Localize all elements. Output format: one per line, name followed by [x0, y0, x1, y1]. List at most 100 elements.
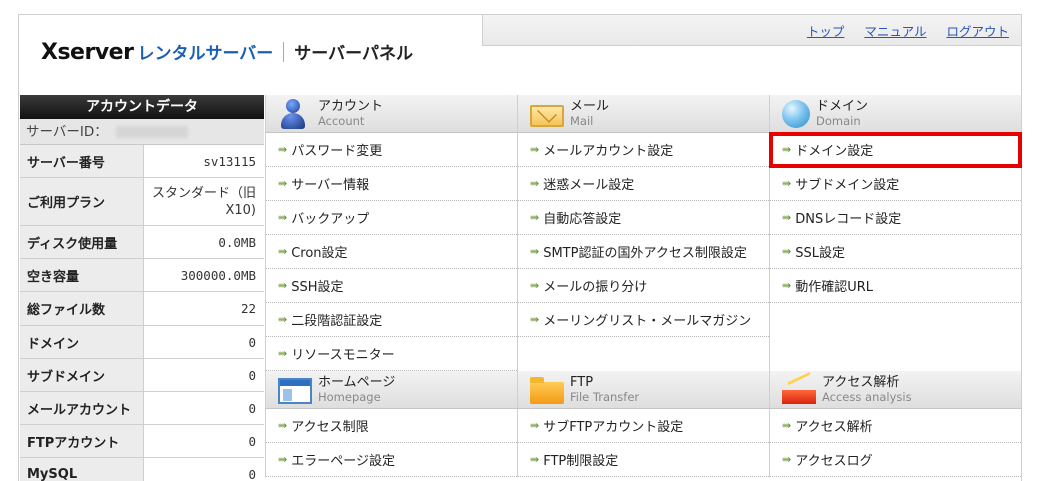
menu-access-restriction[interactable]: ⇛ アクセス制限: [266, 409, 517, 443]
menu-label: サブFTPアカウント設定: [543, 420, 684, 435]
account-data-panel: アカウントデータ サーバーID： サーバー番号 sv13115 ご利用プラン ス…: [20, 95, 264, 481]
section-homepage: ホームページ Homepage: [265, 371, 517, 409]
section-title: FTP: [570, 374, 594, 390]
menu-backup[interactable]: ⇛ バックアップ: [266, 201, 517, 235]
logo-divider: [283, 42, 285, 62]
menu-password-change[interactable]: ⇛ パスワード変更: [266, 133, 517, 167]
server-id-redacted: [115, 125, 188, 138]
menu-label: 動作確認URL: [795, 280, 874, 295]
arrow-icon: ⇛: [278, 347, 288, 360]
arrow-icon: ⇛: [782, 453, 792, 466]
analysis-menu-column: ⇛ アクセス解析 ⇛ アクセスログ: [769, 409, 1021, 477]
menu-label: サブドメイン設定: [795, 178, 900, 193]
arrow-icon: ⇛: [782, 245, 792, 258]
menu-rows-top: ⇛ パスワード変更 ⇛ サーバー情報 ⇛ バックアップ ⇛ Cron設定 ⇛ SSH設定 …: [265, 132, 1022, 371]
arrow-icon: ⇛: [530, 453, 540, 466]
row-value: スタンダード（旧 X10): [151, 185, 256, 218]
menu-grid: アカウント Account メール Mail ドメイン Domain ⇛ パスワード変更…: [265, 95, 1022, 477]
menu-two-factor[interactable]: ⇛ 二段階認証設定: [266, 303, 517, 337]
top-links: トップ マニュアル ログアウト: [482, 15, 1021, 46]
empty-cell: [770, 303, 1021, 337]
menu-label: FTP制限設定: [543, 454, 619, 469]
menu-dns-record[interactable]: ⇛ DNSレコード設定: [770, 201, 1021, 235]
menu-auto-reply[interactable]: ⇛ 自動応答設定: [518, 201, 769, 235]
arrow-icon: ⇛: [782, 279, 792, 292]
arrow-icon: ⇛: [278, 419, 288, 432]
arrow-icon: ⇛: [278, 279, 288, 292]
account-row: ディスク使用量 0.0MB: [20, 226, 264, 259]
arrow-icon: ⇛: [782, 419, 792, 432]
account-row: 総ファイル数 22: [20, 292, 264, 326]
section-title: アクセス解析: [822, 374, 900, 390]
access-analysis-icon: [782, 378, 816, 404]
menu-label: バックアップ: [291, 212, 370, 227]
ftp-folder-icon: [530, 376, 564, 404]
arrow-icon: ⇛: [530, 245, 540, 258]
row-key: ドメイン: [20, 326, 144, 358]
menu-sub-ftp-account[interactable]: ⇛ サブFTPアカウント設定: [518, 409, 769, 443]
menu-label: SSH設定: [291, 280, 344, 295]
domain-menu-column: ⇛ ドメイン設定 ⇛ サブドメイン設定 ⇛ DNSレコード設定 ⇛ SSL設定 ⇛ 動作確…: [769, 132, 1022, 371]
menu-ssl[interactable]: ⇛ SSL設定: [770, 235, 1021, 269]
empty-cell: [770, 337, 1021, 371]
section-title: メール: [570, 98, 610, 114]
section-account: アカウント Account: [265, 95, 517, 133]
row-value: 300000.0MB: [180, 267, 256, 283]
menu-smtp-restriction[interactable]: ⇛ SMTP認証の国外アクセス制限設定: [518, 235, 769, 269]
arrow-icon: ⇛: [278, 211, 288, 224]
menu-mail-filter[interactable]: ⇛ メールの振り分け: [518, 269, 769, 303]
menu-ssh[interactable]: ⇛ SSH設定: [266, 269, 517, 303]
menu-label: 二段階認証設定: [291, 314, 383, 329]
row-value: 22: [240, 301, 256, 316]
account-row: サーバー番号 sv13115: [20, 145, 264, 178]
row-key: 空き容量: [20, 259, 144, 291]
row-value: 0: [248, 400, 256, 416]
menu-spam[interactable]: ⇛ 迷惑メール設定: [518, 167, 769, 201]
menu-access-log[interactable]: ⇛ アクセスログ: [770, 443, 1021, 477]
menu-ftp-restriction[interactable]: ⇛ FTP制限設定: [518, 443, 769, 477]
account-row: メールアカウント 0: [20, 392, 264, 425]
arrow-icon: ⇛: [530, 313, 540, 326]
menu-label: サーバー情報: [291, 178, 370, 193]
arrow-icon: ⇛: [782, 177, 792, 190]
row-value: 0: [248, 367, 256, 383]
row-value: 0.0MB: [218, 234, 256, 250]
menu-mailing-list[interactable]: ⇛ メーリングリスト・メールマガジン: [518, 303, 769, 337]
menu-access-analysis[interactable]: ⇛ アクセス解析: [770, 409, 1021, 443]
arrow-icon: ⇛: [278, 245, 288, 258]
section-header-row: アカウント Account メール Mail ドメイン Domain: [265, 95, 1021, 133]
row-key: 総ファイル数: [20, 292, 144, 325]
menu-label: アクセス制限: [291, 420, 369, 435]
row-key: FTPアカウント: [20, 425, 144, 457]
menu-test-url[interactable]: ⇛ 動作確認URL: [770, 269, 1021, 303]
menu-mail-account[interactable]: ⇛ メールアカウント設定: [518, 133, 769, 167]
link-manual[interactable]: マニュアル: [864, 24, 926, 39]
menu-domain-settings[interactable]: ⇛ ドメイン設定: [769, 132, 1022, 168]
section-subtitle: Access analysis: [822, 389, 912, 404]
row-key: MySQL: [20, 458, 144, 481]
menu-cron[interactable]: ⇛ Cron設定: [266, 235, 517, 269]
menu-server-info[interactable]: ⇛ サーバー情報: [266, 167, 517, 201]
section-subtitle: Mail: [570, 113, 594, 128]
arrow-icon: ⇛: [782, 211, 792, 224]
empty-cell: [518, 337, 769, 371]
section-access-analysis: アクセス解析 Access analysis: [769, 371, 1021, 409]
server-panel-frame: Xserver レンタルサーバー サーバーパネル トップ マニュアル ログアウト…: [18, 14, 1022, 481]
arrow-icon: ⇛: [530, 279, 540, 292]
account-row: MySQL 0: [20, 458, 264, 481]
link-logout[interactable]: ログアウト: [946, 24, 1009, 39]
menu-error-page[interactable]: ⇛ エラーページ設定: [266, 443, 517, 477]
menu-label: SMTP認証の国外アクセス制限設定: [543, 246, 747, 261]
section-subtitle: Domain: [816, 113, 861, 128]
link-top[interactable]: トップ: [807, 24, 845, 39]
account-row: ご利用プラン スタンダード（旧 X10): [20, 178, 264, 226]
account-row: ドメイン 0: [20, 326, 264, 359]
account-row: サブドメイン 0: [20, 359, 264, 392]
menu-subdomain[interactable]: ⇛ サブドメイン設定: [770, 167, 1021, 201]
row-value: 0: [248, 466, 256, 481]
mail-icon: [530, 104, 564, 127]
account-row: FTPアカウント 0: [20, 425, 264, 458]
menu-resource-monitor[interactable]: ⇛ リソースモニター: [266, 337, 517, 371]
arrow-icon: ⇛: [530, 211, 540, 224]
menu-label: SSL設定: [795, 246, 845, 261]
